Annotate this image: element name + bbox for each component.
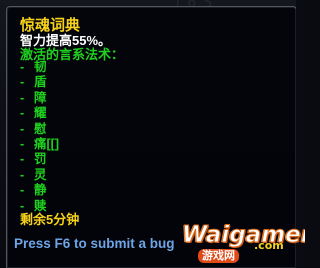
- bug-report-hint: Press F6 to submit a bug: [14, 236, 175, 251]
- spell-item: -灵: [20, 168, 59, 183]
- spell-name: 障: [34, 90, 47, 105]
- spell-dash: -: [20, 75, 25, 90]
- spell-name: 灵: [34, 167, 47, 182]
- spell-item: -韧: [20, 60, 59, 75]
- spell-name: 韧: [34, 60, 47, 74]
- spell-dash: -: [20, 183, 25, 198]
- spell-dash: -: [20, 121, 25, 136]
- buff-remaining-time: 剩余5分钟: [20, 212, 80, 227]
- spell-name: 赎: [34, 198, 47, 213]
- spell-name: 静: [34, 183, 47, 198]
- spell-dash: -: [20, 60, 25, 74]
- spell-dash: -: [20, 90, 25, 105]
- spell-item: -慰: [20, 122, 59, 137]
- screen-edge: [296, 0, 305, 268]
- spell-dash: -: [20, 136, 25, 151]
- spell-name: 慰: [34, 121, 47, 136]
- game-screen: i o 5 惊魂词典 智力提高55%。 激活的言系法术： -韧 -盾 -障 -耀…: [0, 0, 305, 268]
- spell-item: - 痛[[]: [20, 137, 59, 152]
- active-spells-list: -韧 -盾 -障 -耀 -慰 - 痛[[] -罚 -灵 -静 -赎: [20, 60, 59, 214]
- spell-name: 盾: [34, 75, 47, 90]
- buff-stat-line: 智力提高55%。: [20, 33, 112, 48]
- spell-item: -盾: [20, 75, 59, 90]
- spell-item: -静: [20, 183, 59, 198]
- buff-title: 惊魂词典: [20, 17, 81, 34]
- spell-item: -障: [20, 91, 59, 106]
- spell-dash: -: [20, 167, 25, 182]
- buff-tooltip: 惊魂词典 智力提高55%。 激活的言系法术： -韧 -盾 -障 -耀 -慰 -痛…: [6, 6, 297, 268]
- spell-name: 耀: [34, 106, 47, 121]
- spell-item: -耀: [20, 106, 59, 121]
- spell-name: 痛[[]: [34, 136, 59, 151]
- spell-dash: -: [20, 106, 25, 121]
- spell-dash: -: [20, 152, 25, 167]
- spell-name: 罚: [34, 152, 47, 167]
- spell-item: -罚: [20, 152, 59, 167]
